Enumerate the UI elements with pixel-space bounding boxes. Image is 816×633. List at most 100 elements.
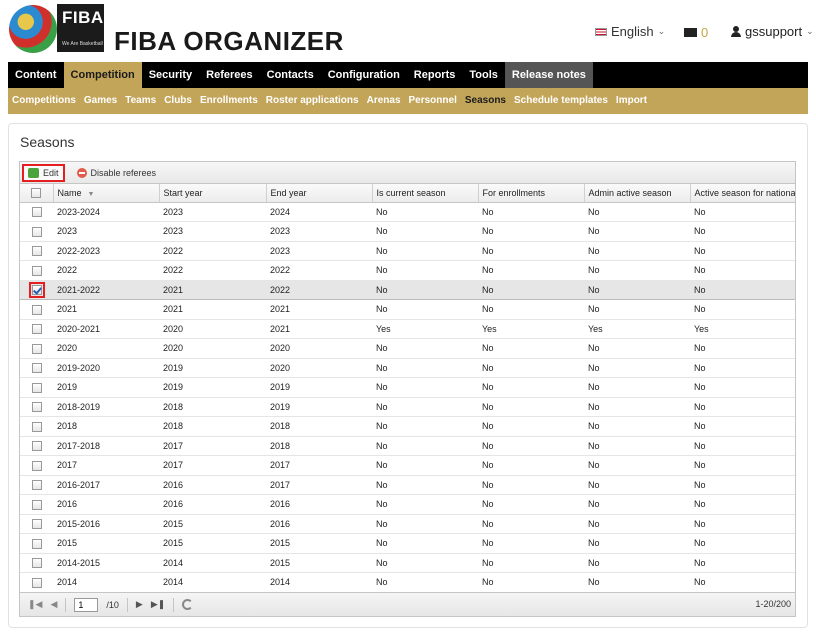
row-checkbox[interactable] [31, 558, 42, 569]
select-all-checkbox[interactable] [31, 188, 42, 199]
column-header-start-year[interactable]: Start year [159, 184, 267, 203]
main-nav-release-notes[interactable]: Release notes [504, 62, 593, 88]
last-page-icon[interactable]: ▶❚ [151, 599, 165, 610]
row-checkbox[interactable] [31, 343, 42, 354]
cell-enroll: No [478, 397, 584, 417]
row-checkbox[interactable] [31, 324, 42, 335]
cell-enroll: No [478, 553, 584, 573]
table-row[interactable]: 2022 2022 2022 No No No No [20, 260, 795, 281]
cell-start: 2018 [159, 397, 266, 417]
main-nav-reports[interactable]: Reports [407, 62, 463, 88]
column-header-active-season-national[interactable]: Active season for national [690, 184, 795, 203]
column-header-end-year[interactable]: End year [266, 184, 373, 203]
table-row[interactable]: 2023-2024 2023 2024 No No No No [20, 202, 795, 222]
column-header-admin-active-season[interactable]: Admin active season [584, 184, 691, 203]
table-row[interactable]: 2020 2020 2020 No No No No [20, 338, 795, 359]
table-row[interactable]: 2021-2022 2021 2022 No No No No [20, 279, 795, 300]
user-menu[interactable]: gssupport ⌄ [731, 24, 814, 39]
row-checkbox[interactable] [31, 421, 42, 432]
table-row[interactable]: 2020-2021 2020 2021 Yes Yes Yes Yes [20, 319, 795, 339]
edit-button[interactable]: Edit [22, 163, 65, 182]
row-select-cell [20, 260, 53, 281]
sub-nav-roster-applications[interactable]: Roster applications [262, 88, 363, 114]
row-checkbox[interactable] [31, 402, 42, 413]
row-checkbox[interactable] [31, 460, 42, 471]
table-row[interactable]: 2014-2015 2014 2015 No No No No [20, 553, 795, 573]
row-select-cell [20, 514, 53, 534]
disable-referees-button[interactable]: Disable referees [73, 166, 161, 180]
row-checkbox[interactable] [31, 226, 42, 237]
main-nav-contacts[interactable]: Contacts [260, 62, 321, 88]
row-checkbox[interactable] [31, 246, 42, 257]
page-title: Seasons [20, 134, 75, 150]
column-header-for-enrollments[interactable]: For enrollments [478, 184, 585, 203]
cell-name: 2022-2023 [53, 241, 159, 261]
table-row[interactable]: 2021 2021 2021 No No No No [20, 299, 795, 320]
messages-button[interactable]: 0 [684, 25, 708, 40]
row-checkbox[interactable] [31, 499, 42, 510]
uk-flag-icon [595, 27, 607, 36]
sub-nav-arenas[interactable]: Arenas [363, 88, 405, 114]
cell-national: No [690, 241, 795, 261]
prev-page-icon[interactable]: ◀ [50, 599, 57, 610]
sub-nav-enrollments[interactable]: Enrollments [196, 88, 262, 114]
main-nav-configuration[interactable]: Configuration [321, 62, 407, 88]
row-checkbox[interactable] [31, 577, 42, 588]
row-checkbox[interactable] [31, 441, 42, 452]
first-page-icon[interactable]: ❚◀ [28, 599, 42, 610]
row-checkbox[interactable] [31, 265, 42, 276]
seasons-grid: Edit Disable referees Name ▼ Start year E… [19, 161, 796, 617]
cell-start: 2014 [159, 572, 266, 593]
cell-national: No [690, 436, 795, 456]
table-row[interactable]: 2017-2018 2017 2018 No No No No [20, 436, 795, 456]
row-select-cell [20, 241, 53, 261]
main-nav-competition[interactable]: Competition [63, 62, 142, 88]
table-row[interactable]: 2022-2023 2022 2023 No No No No [20, 241, 795, 261]
sub-nav-clubs[interactable]: Clubs [160, 88, 196, 114]
main-nav-security[interactable]: Security [142, 62, 199, 88]
table-row[interactable]: 2019-2020 2019 2020 No No No No [20, 358, 795, 378]
table-row[interactable]: 2017 2017 2017 No No No No [20, 455, 795, 476]
sub-nav-teams[interactable]: Teams [121, 88, 160, 114]
row-checkbox[interactable] [31, 363, 42, 374]
table-row[interactable]: 2018-2019 2018 2019 No No No No [20, 397, 795, 417]
row-checkbox[interactable] [31, 519, 42, 530]
fiba-logo[interactable]: FIBA We Are Basketball [57, 4, 104, 52]
table-row[interactable]: 2018 2018 2018 No No No No [20, 416, 795, 437]
table-row[interactable]: 2016-2017 2016 2017 No No No No [20, 475, 795, 495]
row-checkbox[interactable] [31, 538, 42, 549]
row-checkbox[interactable] [28, 282, 45, 299]
table-row[interactable]: 2015 2015 2015 No No No No [20, 533, 795, 554]
cell-national: No [690, 299, 795, 320]
cell-admin: No [584, 202, 690, 222]
cell-name: 2023-2024 [53, 202, 159, 222]
row-checkbox[interactable] [31, 304, 42, 315]
language-selector[interactable]: English ⌄ [595, 24, 665, 39]
row-checkbox[interactable] [31, 480, 42, 491]
row-checkbox[interactable] [31, 207, 42, 218]
sub-nav-games[interactable]: Games [80, 88, 121, 114]
sub-nav-import[interactable]: Import [612, 88, 651, 114]
table-row[interactable]: 2014 2014 2014 No No No No [20, 572, 795, 593]
disable-referees-label: Disable referees [90, 167, 157, 178]
page-number-input[interactable] [74, 597, 99, 612]
table-row[interactable]: 2019 2019 2019 No No No No [20, 377, 795, 398]
table-row[interactable]: 2016 2016 2016 No No No No [20, 494, 795, 515]
refresh-icon[interactable] [182, 599, 194, 610]
next-page-icon[interactable]: ▶ [136, 599, 143, 610]
main-nav-referees[interactable]: Referees [199, 62, 259, 88]
sub-nav-seasons[interactable]: Seasons [461, 88, 510, 114]
table-row[interactable]: 2015-2016 2015 2016 No No No No [20, 514, 795, 534]
sub-nav-personnel[interactable]: Personnel [405, 88, 461, 114]
row-checkbox[interactable] [31, 382, 42, 393]
column-header-is-current-season[interactable]: Is current season [372, 184, 479, 203]
main-nav-content[interactable]: Content [8, 62, 64, 88]
sub-nav-schedule-templates[interactable]: Schedule templates [510, 88, 612, 114]
table-row[interactable]: 2023 2023 2023 No No No No [20, 221, 795, 242]
sub-nav-competitions[interactable]: Competitions [8, 88, 80, 114]
column-header-name[interactable]: Name ▼ [53, 184, 160, 203]
cell-current: No [372, 514, 478, 534]
cell-end: 2020 [266, 358, 372, 378]
cell-start: 2014 [159, 553, 266, 573]
main-nav-tools[interactable]: Tools [462, 62, 505, 88]
